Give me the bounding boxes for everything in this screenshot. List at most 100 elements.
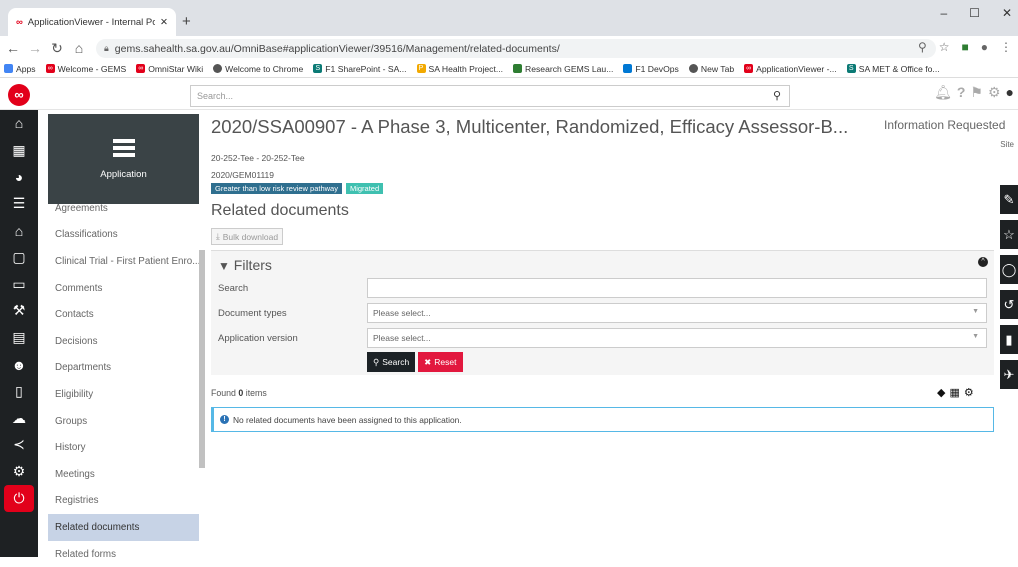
application-version-select[interactable]: Please select... ▼ — [367, 328, 987, 348]
home-nav-icon[interactable]: ⌂ — [0, 110, 38, 137]
window-controls: – ☐ ✕ — [940, 6, 1018, 20]
calendar-alt-nav-icon[interactable]: ▢ — [0, 244, 38, 271]
reload-icon[interactable]: ↻ — [48, 40, 66, 57]
close-window-icon[interactable]: ✕ — [1002, 6, 1012, 20]
download-icon: ⤓ — [216, 231, 220, 241]
bookmark-item[interactable]: ∞ Welcome - GEMS — [45, 64, 126, 74]
bookmark-item[interactable]: New Tab — [688, 63, 735, 74]
sidebar-item-contacts[interactable]: Contacts — [48, 301, 199, 328]
search-placeholder: Search... — [197, 91, 234, 101]
page-title: 2020/SSA00907 - A Phase 3, Multicenter, … — [211, 116, 849, 137]
bookmark-label: Welcome to Chrome — [225, 63, 304, 74]
undo-icon[interactable]: ↺ — [1000, 290, 1018, 319]
sidebar-item-clinical-trial[interactable]: Clinical Trial - First Patient Enro... — [48, 248, 199, 275]
bookmark-item[interactable]: Welcome to Chrome — [213, 64, 303, 74]
list-nav-icon[interactable]: ☰ — [0, 190, 38, 217]
institution-nav-icon[interactable]: ⌂ — [0, 217, 38, 244]
sidebar-item-eligibility[interactable]: Eligibility — [48, 381, 199, 408]
bookmark-label: New Tab — [700, 63, 735, 74]
home-icon[interactable]: ⌂ — [70, 40, 88, 56]
extension-icon[interactable]: ■ — [962, 40, 969, 54]
url-text: gems.sahealth.sa.gov.au/OmniBase#applica… — [114, 42, 560, 55]
sidebar-item-related-documents[interactable]: Related documents — [48, 514, 199, 541]
pathway-badge: Greater than low risk review pathway — [211, 183, 342, 194]
bookmark-item[interactable]: ∞ OmniStar Wiki — [136, 64, 203, 74]
sidebar-item-comments[interactable]: Comments — [48, 275, 199, 302]
browser-tab[interactable]: ∞ ApplicationViewer - Internal Port ✕ — [8, 8, 176, 36]
document-nav-icon[interactable]: ▯ — [0, 378, 38, 405]
bell-icon[interactable]: 🔔︎ — [934, 84, 952, 101]
results-count: Found 0 items — [211, 388, 267, 398]
thumbs-up-icon[interactable]: ▮ — [1000, 325, 1018, 354]
collapse-chevron-icon[interactable]: ^ — [978, 257, 988, 267]
global-search-input[interactable]: Search... ⚲ — [190, 85, 790, 107]
bookmark-label: Apps — [16, 63, 36, 74]
id-card-nav-icon[interactable]: ▤ — [0, 324, 38, 351]
star-icon[interactable]: ☆ — [1000, 220, 1018, 249]
chevron-down-icon: ▼ — [972, 308, 979, 315]
user-icon[interactable]: ● — [1006, 84, 1014, 101]
new-tab-icon[interactable]: + — [182, 13, 191, 30]
back-icon[interactable]: ← — [4, 40, 22, 56]
bookmarks-bar: Apps ∞ Welcome - GEMS ∞ OmniStar Wiki Welc… — [0, 60, 1018, 78]
sidebar-item-decisions[interactable]: Decisions — [48, 328, 199, 355]
tag-icon[interactable]: ◆ — [937, 386, 945, 399]
gem-reference: 2020/GEM01119 — [211, 170, 275, 180]
grid-view-icon[interactable]: ▦ — [949, 386, 959, 399]
cogs-icon[interactable]: ⚙ — [964, 386, 974, 399]
users-nav-icon[interactable]: ☻ — [0, 351, 38, 378]
menu-dots-icon[interactable]: ⋮ — [1000, 40, 1012, 54]
sidebar-scrollbar[interactable] — [199, 250, 205, 468]
dashboard-nav-icon[interactable]: ◕ — [0, 164, 38, 191]
power-icon[interactable]: ⏻ — [4, 485, 34, 512]
maximize-icon[interactable]: ☐ — [969, 6, 980, 20]
bookmark-item[interactable]: F1 DevOps — [623, 64, 679, 74]
url-field[interactable]: 🔒︎ gems.sahealth.sa.gov.au/OmniBase#appl… — [96, 39, 936, 58]
filter-buttons: ⚲ Search ✖ Reset — [367, 352, 463, 372]
gear-icon[interactable]: ⚙ — [988, 84, 1001, 101]
reset-button[interactable]: ✖ Reset — [418, 352, 463, 372]
bookmark-item[interactable]: ∞ ApplicationViewer -... — [744, 64, 837, 74]
document-types-select[interactable]: Please select... ▼ — [367, 303, 987, 323]
empty-message: No related documents have been assigned … — [233, 414, 462, 425]
sidebar-item-registries[interactable]: Registries — [48, 488, 199, 515]
document-types-label: Document types — [218, 308, 287, 319]
search-button[interactable]: ⚲ Search — [367, 352, 416, 372]
sidebar-item-history[interactable]: History — [48, 434, 199, 461]
bookmark-item[interactable]: S F1 SharePoint - SA... — [313, 64, 407, 74]
section-title: Related documents — [211, 202, 349, 219]
search-input[interactable] — [367, 278, 987, 298]
comment-icon[interactable]: ◯ — [1000, 255, 1018, 284]
gavel-nav-icon[interactable]: ⚒ — [0, 298, 38, 325]
forward-icon[interactable]: → — [26, 40, 44, 56]
bookmark-star-icon[interactable]: ☆ — [939, 40, 950, 54]
calendar-nav-icon[interactable]: ▦ — [0, 137, 38, 164]
monitor-nav-icon[interactable]: ▭ — [0, 271, 38, 298]
sidebar-item-classifications[interactable]: Classifications — [48, 222, 199, 249]
share-nav-icon[interactable]: ≺ — [0, 432, 38, 459]
profile-icon[interactable]: ● — [981, 40, 988, 54]
chevron-down-icon: ▼ — [972, 333, 979, 340]
bookmark-item[interactable]: S SA MET & Office fo... — [846, 64, 940, 74]
bookmark-label: OmniStar Wiki — [148, 63, 204, 74]
app-logo[interactable]: ∞ — [0, 80, 38, 110]
pin-icon[interactable]: ✈ — [1000, 360, 1018, 389]
close-tab-icon[interactable]: ✕ — [160, 17, 168, 28]
zoom-icon[interactable]: ⚲ — [918, 40, 927, 54]
bulk-download-button[interactable]: ⤓ Bulk download — [211, 228, 284, 245]
bookmark-apps[interactable]: Apps — [4, 64, 36, 74]
bookmark-item[interactable]: Research GEMS Lau... — [513, 64, 613, 74]
sidebar-item-departments[interactable]: Departments — [48, 355, 199, 382]
edit-icon[interactable]: ✎ — [1000, 185, 1018, 214]
minimize-icon[interactable]: – — [940, 6, 947, 20]
flag-icon[interactable]: ⚑ — [970, 84, 983, 101]
cloud-nav-icon[interactable]: ☁ — [0, 405, 38, 432]
globe-icon — [688, 64, 698, 73]
sidebar-item-meetings[interactable]: Meetings — [48, 461, 199, 488]
sidebar-item-groups[interactable]: Groups — [48, 408, 199, 435]
sidebar-item-related-forms[interactable]: Related forms — [48, 541, 199, 567]
help-icon[interactable]: ? — [957, 84, 966, 101]
bookmark-item[interactable]: P SA Health Project... — [416, 64, 503, 74]
cogs-nav-icon[interactable]: ⚙ — [0, 458, 38, 485]
search-icon[interactable]: ⚲ — [773, 89, 781, 102]
